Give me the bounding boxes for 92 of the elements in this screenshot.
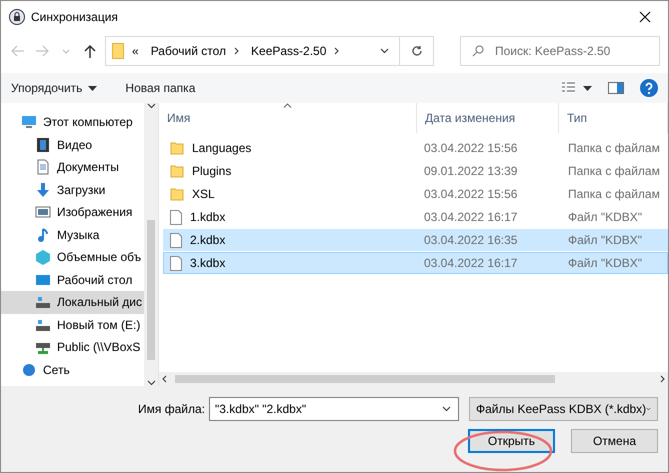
type-cell-text: Папка с файлам <box>567 141 661 155</box>
type-cell-text: Файл "KDBX" <box>567 233 644 247</box>
sidebar-item[interactable]: Public (\\VBoxS <box>1 336 144 358</box>
file-row[interactable]: Plugins 09.01.2022 13:39 Папка с файлам <box>163 160 668 182</box>
back-arrow-icon <box>11 45 25 57</box>
file-icon <box>170 210 182 224</box>
preview-pane-icon <box>608 82 624 94</box>
file-type-dropdown[interactable]: Файлы KeePass KDBX (*.kdbx) <box>469 397 658 421</box>
sidebar-item[interactable]: Документы <box>1 156 144 178</box>
horizontal-scrollbar[interactable] <box>159 372 668 386</box>
sidebar-item[interactable]: Объемные объ <box>1 246 144 268</box>
sidebar-item[interactable]: Этот компьютер <box>1 111 144 134</box>
sidebar-item[interactable]: Загрузки <box>1 178 144 201</box>
filename-field[interactable]: "3.kdbx" "2.kdbx" <box>209 397 459 421</box>
help-icon <box>640 79 658 97</box>
sidebar-item[interactable]: Видео <box>1 134 144 156</box>
caret-icon <box>88 86 98 90</box>
scroll-up-icon <box>146 103 156 109</box>
file-name: 1.kdbx <box>190 210 226 224</box>
sidebar-item[interactable]: Локальный дис <box>1 291 144 314</box>
forward-arrow-icon <box>35 45 49 57</box>
close-icon <box>639 11 651 23</box>
window-title: Синхронизация <box>31 10 119 24</box>
scroll-down-icon <box>146 380 156 386</box>
up-arrow-icon <box>84 44 96 58</box>
caret-icon <box>646 406 651 412</box>
docs-icon <box>35 159 51 176</box>
cube-icon <box>35 249 51 266</box>
overflow-chevron[interactable]: « <box>132 44 139 58</box>
computer-icon <box>21 114 37 130</box>
file-row[interactable]: 1.kdbx 03.04.2022 16:17 Файл "KDBX" <box>163 206 668 228</box>
organize-button[interactable]: Упорядочить <box>11 81 98 95</box>
folder-icon <box>112 43 124 59</box>
filename-label: Имя файла: <box>138 402 205 416</box>
view-list-icon <box>562 82 592 94</box>
file-row[interactable]: 3.kdbx 03.04.2022 16:17 Файл "KDBX" <box>163 252 668 274</box>
file-row[interactable]: 2.kdbx 03.04.2022 16:35 Файл "KDBX" <box>163 229 668 251</box>
date-cell-text: 03.04.2022 16:17 <box>423 210 518 224</box>
caret-icon <box>62 48 70 54</box>
view-options-button[interactable] <box>562 82 592 94</box>
image-icon <box>35 204 51 220</box>
sidebar-item[interactable]: Изображения <box>1 201 144 224</box>
date-cell-text: 03.04.2022 15:56 <box>423 187 518 201</box>
search-field[interactable]: Поиск: KeePass-2.50 <box>460 36 660 66</box>
folder-icon <box>170 164 184 178</box>
scroll-left-icon <box>162 375 167 383</box>
type-cell-text: Папка с файлам <box>567 187 661 201</box>
sidebar-item[interactable]: Музыка <box>1 224 144 246</box>
chevron-icon <box>234 47 240 55</box>
drive-icon <box>35 294 51 310</box>
lock-icon <box>9 9 25 25</box>
file-row[interactable]: Languages 03.04.2022 15:56 Папка с файлам <box>163 137 668 159</box>
caret-icon <box>380 48 388 54</box>
download-icon <box>35 182 51 198</box>
file-icon <box>170 256 182 270</box>
file-name: 2.kdbx <box>190 233 226 247</box>
file-name: Plugins <box>192 164 232 178</box>
file-name: 3.kdbx <box>190 256 226 270</box>
scroll-right-icon <box>660 375 665 383</box>
address-bar[interactable]: « Рабочий стол KeePass-2.50 <box>105 36 434 66</box>
file-name: XSL <box>192 187 215 201</box>
chevron-icon <box>334 47 340 55</box>
sidebar-scrollbar[interactable] <box>144 103 158 386</box>
column-header[interactable]: Дата изменения <box>417 103 559 133</box>
breadcrumb[interactable]: Рабочий стол <box>150 44 226 58</box>
type-cell-text: Папка с файлам <box>567 164 661 178</box>
new-folder-button[interactable]: Новая папка <box>125 81 196 95</box>
date-cell-text: 03.04.2022 16:17 <box>423 256 518 270</box>
breadcrumb[interactable]: KeePass-2.50 <box>251 44 326 58</box>
file-icon <box>170 232 182 248</box>
refresh-icon <box>410 45 422 57</box>
cancel-button[interactable]: Отмена <box>571 429 658 453</box>
sidebar-item[interactable]: Новый том (E:) <box>1 314 144 336</box>
date-cell-text: 09.01.2022 13:39 <box>423 164 518 178</box>
folder-icon <box>170 141 184 155</box>
column-header[interactable]: Имя <box>159 103 417 133</box>
video-icon <box>35 136 51 153</box>
date-cell-text: 03.04.2022 16:35 <box>423 233 518 247</box>
sidebar-item[interactable]: Рабочий стол <box>1 268 144 291</box>
preview-pane-button[interactable] <box>608 82 624 94</box>
file-row[interactable]: XSL 03.04.2022 15:56 Папка с файлам <box>163 183 668 205</box>
type-cell-text: Файл "KDBX" <box>567 210 644 224</box>
music-icon <box>35 226 51 243</box>
file-name: Languages <box>192 141 252 155</box>
folder-icon <box>170 187 184 201</box>
sidebar-item[interactable]: Сеть <box>1 358 144 381</box>
column-header[interactable]: Тип <box>559 103 668 133</box>
date-cell-text: 03.04.2022 15:56 <box>423 141 518 155</box>
help-button[interactable] <box>640 79 658 97</box>
search-icon <box>472 45 484 57</box>
caret-icon <box>442 406 451 412</box>
type-cell-text: Файл "KDBX" <box>567 256 644 270</box>
